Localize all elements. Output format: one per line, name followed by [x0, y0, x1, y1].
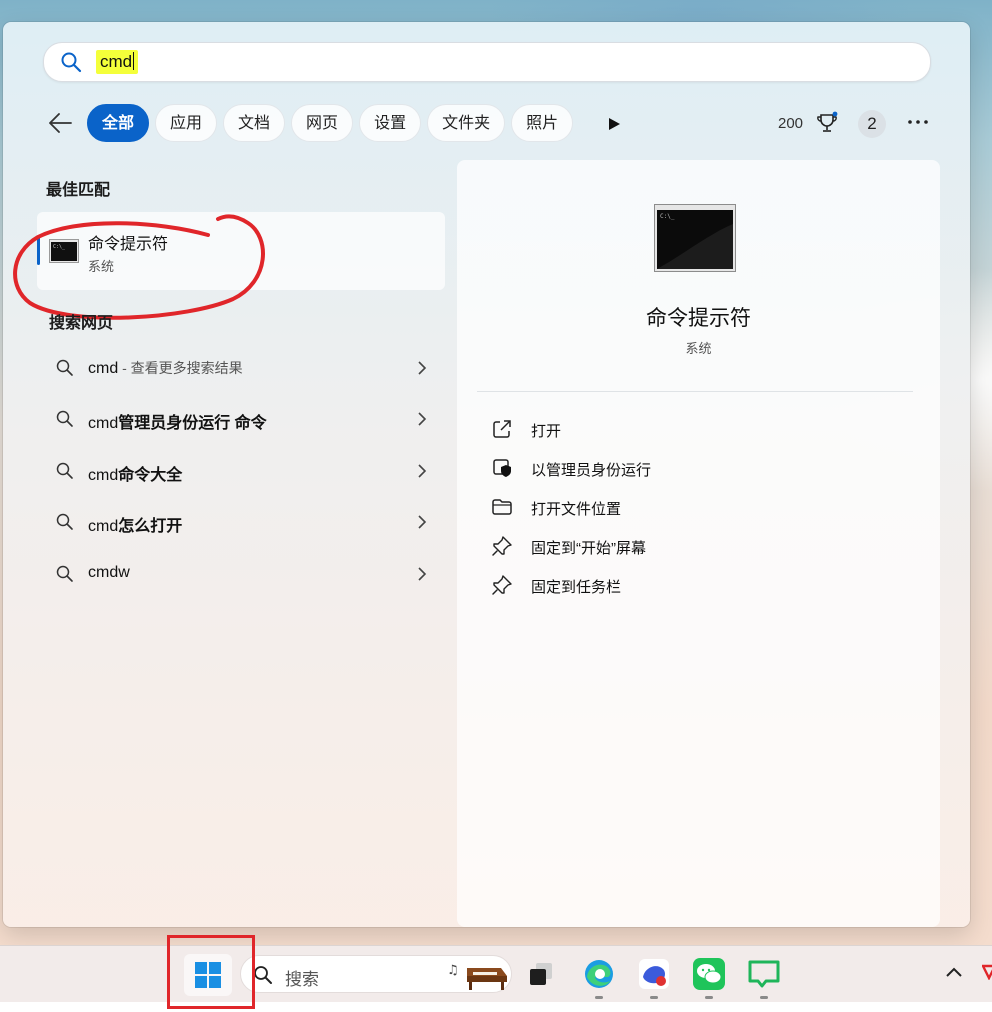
svg-text:C:\_: C:\_ [53, 244, 66, 250]
search-icon [56, 359, 73, 376]
chevron-up-icon[interactable] [945, 966, 963, 978]
tab-folders[interactable]: 文件夹 [427, 104, 506, 142]
action-open-file-location[interactable]: 打开文件位置 [487, 492, 887, 522]
tray-app-icon[interactable] [982, 964, 992, 980]
folder-icon [492, 499, 512, 515]
search-icon [254, 966, 272, 984]
tab-photos[interactable]: 照片 [511, 104, 574, 142]
svg-text:♫: ♫ [447, 963, 459, 978]
running-indicator [705, 996, 713, 999]
search-icon [61, 52, 82, 73]
wechat-icon[interactable] [692, 957, 726, 991]
tab-apps[interactable]: 应用 [155, 104, 218, 142]
search-highlight-piano-icon: ♫ [447, 963, 507, 990]
search-icon [56, 513, 73, 530]
taskbar-search-box[interactable]: 搜索 ♫ [240, 955, 512, 993]
red-annotation-box [167, 935, 255, 1009]
web-result-item[interactable]: cmd命令大全 [47, 449, 427, 493]
running-indicator [595, 996, 603, 999]
web-result-item[interactable]: cmd怎么打开 [47, 500, 427, 544]
detail-pane: C:\_ 命令提示符 系统 打开 以管理员身份运行 打开文件位置 固定到“开始”… [457, 160, 940, 927]
detail-title: 命令提示符 [646, 307, 751, 330]
search-input[interactable]: cmd [43, 42, 931, 82]
chevron-right-icon [418, 515, 427, 529]
action-open[interactable]: 打开 [487, 414, 887, 444]
bottom-strip [0, 1002, 992, 1012]
chevron-right-icon [418, 361, 427, 375]
best-match-item[interactable]: C:\_ 命令提示符 系统 [37, 212, 445, 290]
trophy-icon[interactable] [815, 111, 839, 135]
tab-documents[interactable]: 文档 [223, 104, 286, 142]
edge-icon[interactable] [582, 957, 616, 991]
best-match-heading: 最佳匹配 [46, 182, 111, 199]
search-icon [56, 462, 73, 479]
tab-web[interactable]: 网页 [291, 104, 354, 142]
selection-indicator [37, 237, 40, 265]
best-match-type: 系统 [88, 259, 115, 274]
play-more-icon[interactable] [607, 117, 621, 131]
messages-icon[interactable] [747, 957, 781, 991]
task-view-icon[interactable] [524, 957, 558, 991]
web-result-item[interactable]: cmd管理员身份运行 命令 [47, 397, 427, 441]
action-pin-to-taskbar[interactable]: 固定到任务栏 [487, 570, 887, 600]
back-arrow-icon[interactable] [47, 110, 75, 136]
detail-subtitle: 系统 [685, 341, 712, 356]
open-external-icon [493, 420, 511, 438]
web-result-item[interactable]: cmdw [47, 552, 427, 596]
taskbar: 搜索 ♫ [0, 945, 992, 1003]
web-result-item[interactable]: cmd - 查看更多搜索结果 [47, 346, 427, 390]
start-search-panel: cmd 全部 应用 文档 网页 设置 文件夹 照片 200 2 最佳匹配 C:\… [3, 22, 970, 927]
admin-shield-icon [493, 459, 511, 477]
chevron-right-icon [418, 412, 427, 426]
command-prompt-icon: C:\_ [49, 239, 79, 263]
pin-icon [492, 575, 512, 595]
search-icon [56, 565, 73, 582]
more-options-icon[interactable] [907, 118, 929, 126]
tab-settings[interactable]: 设置 [359, 104, 422, 142]
app-icon[interactable] [637, 957, 671, 991]
web-search-heading: 搜索网页 [49, 315, 114, 332]
best-match-name: 命令提示符 [88, 236, 169, 253]
running-indicator [760, 996, 768, 999]
search-query-highlighted: cmd [96, 50, 139, 74]
rewards-points: 200 [778, 115, 804, 132]
pin-icon [492, 536, 512, 556]
command-prompt-large-icon: C:\_ [654, 204, 736, 272]
chevron-right-icon [418, 464, 427, 478]
divider [477, 391, 913, 392]
action-run-as-admin[interactable]: 以管理员身份运行 [487, 453, 887, 483]
tab-all[interactable]: 全部 [87, 104, 150, 142]
notification-badge[interactable]: 2 [858, 110, 886, 138]
running-indicator [650, 996, 658, 999]
text-caret [133, 52, 135, 70]
chevron-right-icon [418, 567, 427, 581]
action-pin-to-start[interactable]: 固定到“开始”屏幕 [487, 531, 887, 561]
search-icon [56, 410, 73, 427]
filter-tabs: 全部 应用 文档 网页 设置 文件夹 照片 [87, 104, 574, 142]
svg-text:C:\_: C:\_ [660, 213, 675, 220]
